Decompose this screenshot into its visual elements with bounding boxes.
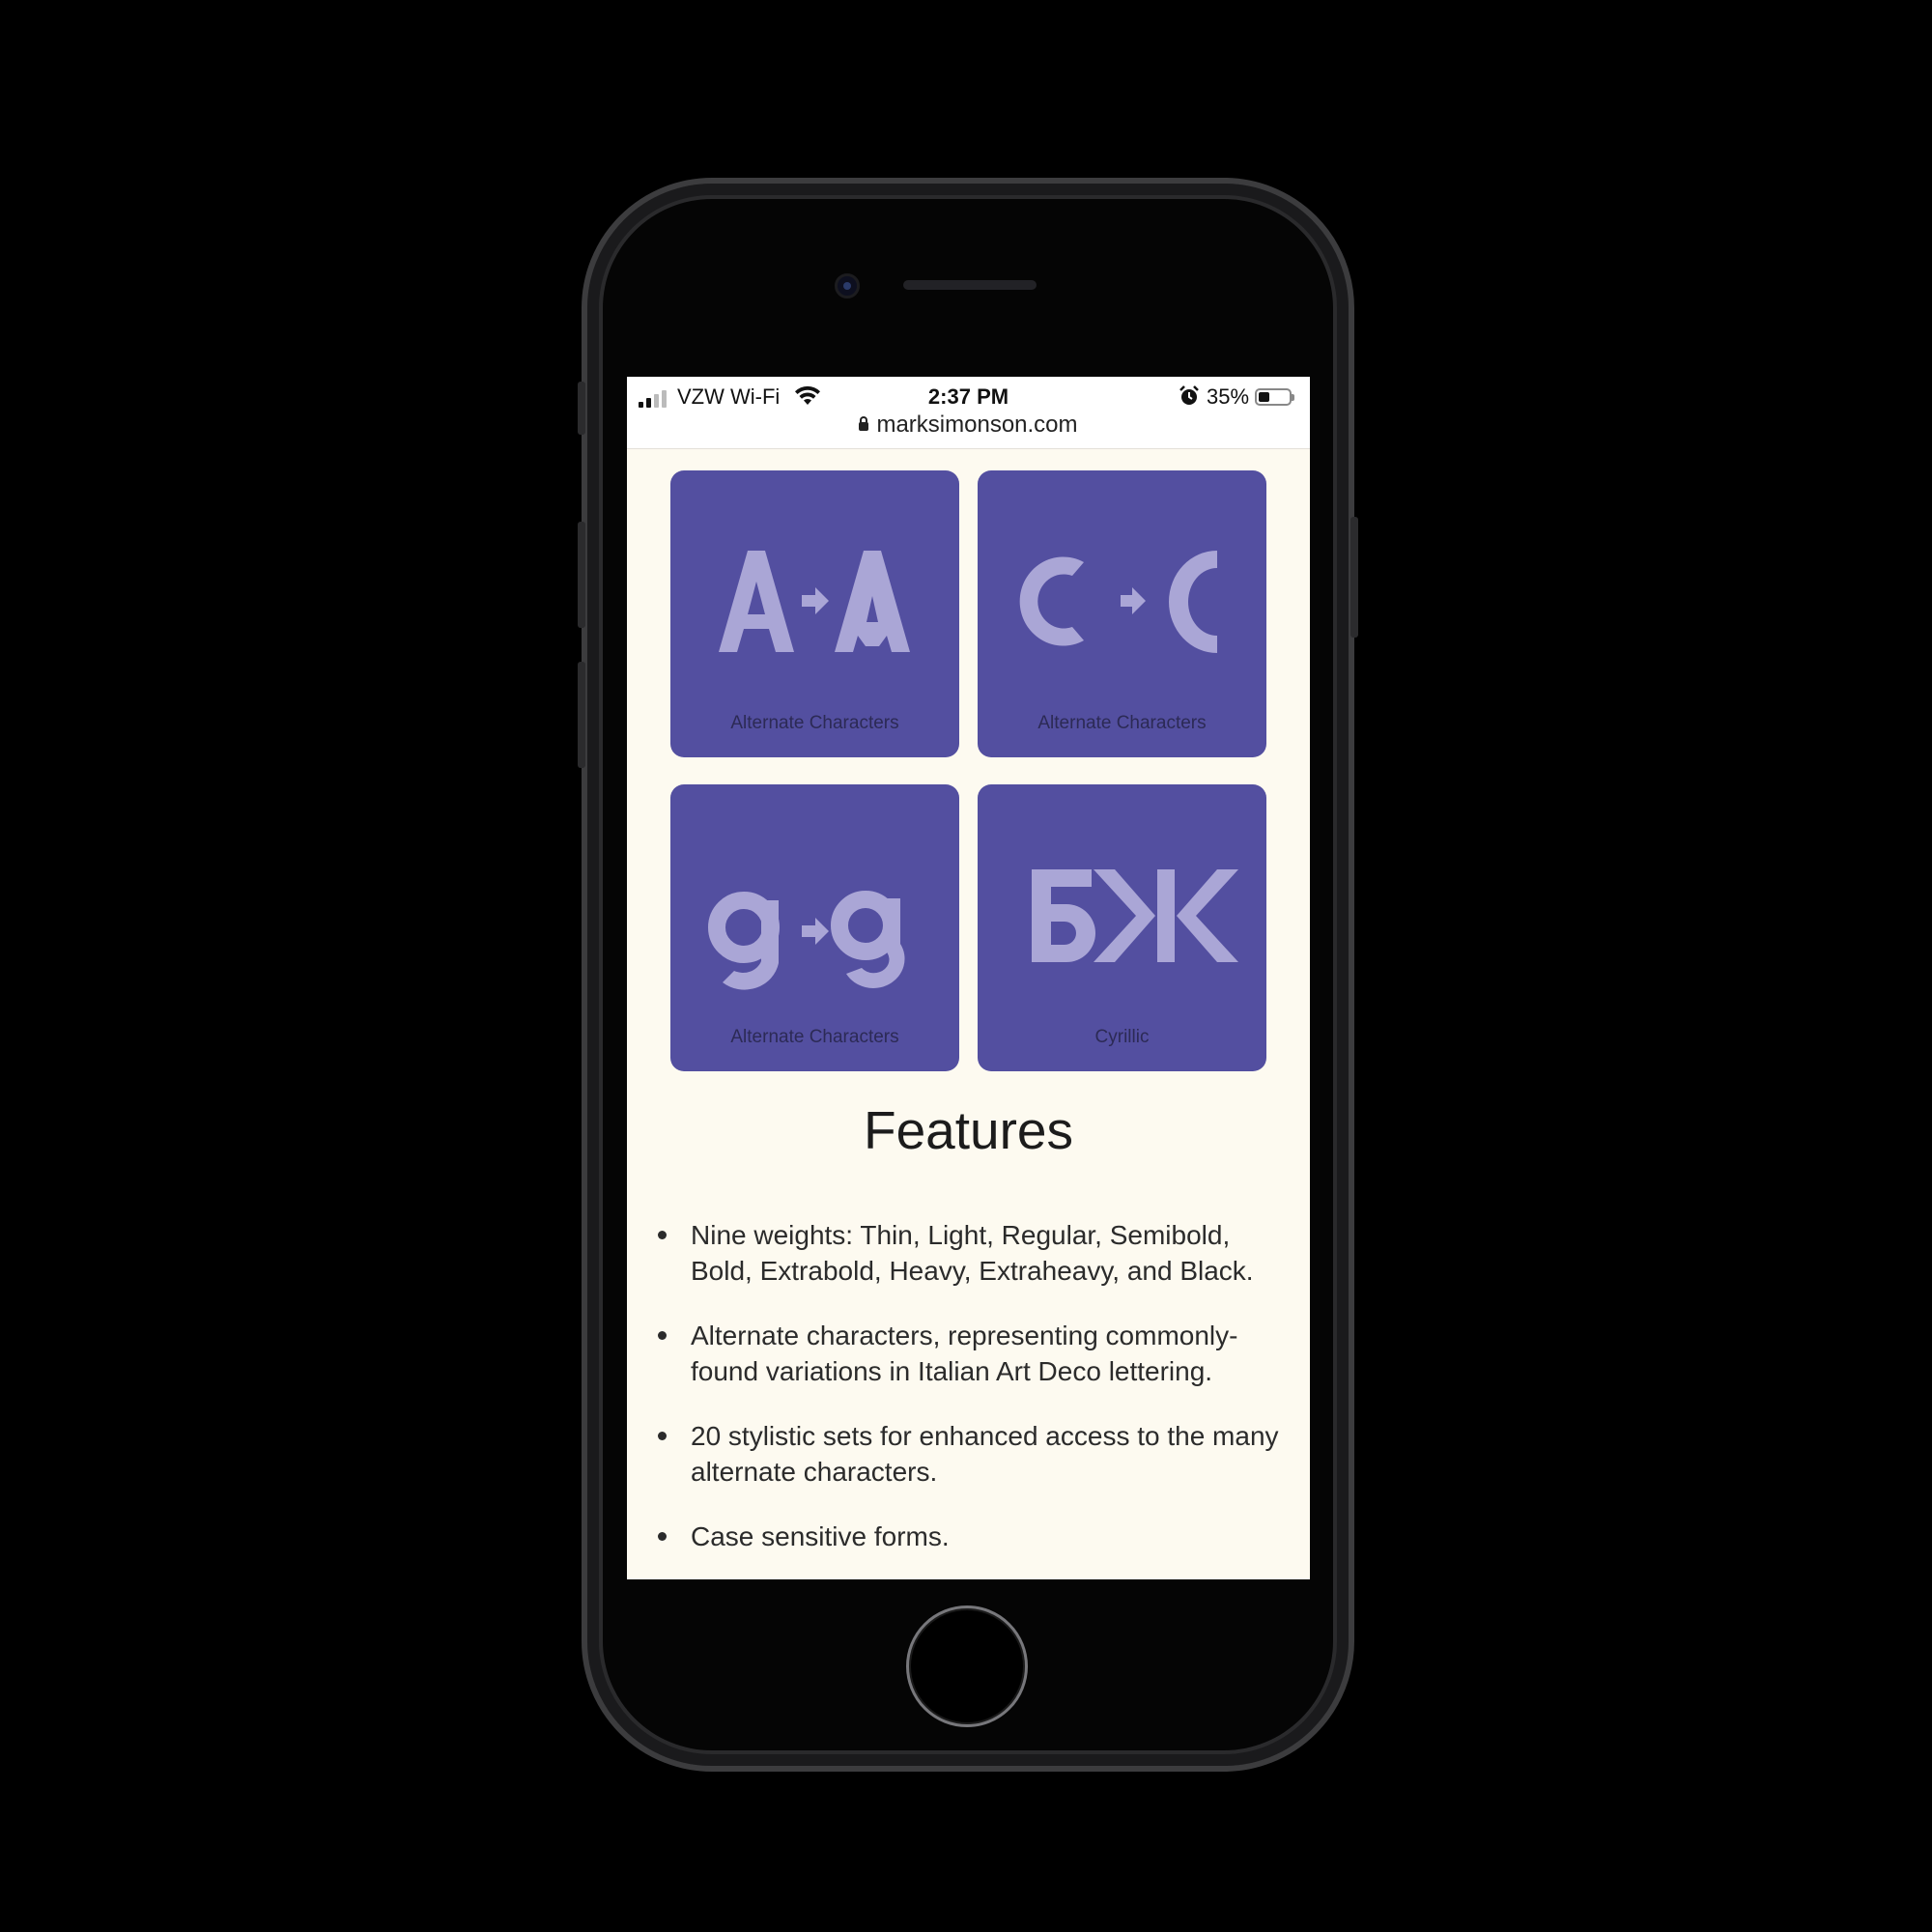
list-item: Alternate characters, representing commo… <box>656 1318 1284 1389</box>
tile-caption: Alternate Characters <box>730 1027 899 1047</box>
url-text: marksimonson.com <box>876 412 1078 438</box>
cyrillic-tile[interactable]: Cyrillic <box>978 784 1266 1071</box>
tile-caption: Cyrillic <box>1094 1027 1150 1047</box>
address-bar[interactable]: marksimonson.com <box>627 412 1310 439</box>
volume-up-button <box>578 522 585 628</box>
list-item: Case sensitive forms. <box>656 1519 1284 1554</box>
features-heading: Features <box>863 1100 1074 1160</box>
silent-switch <box>578 382 585 435</box>
alternate-a-tile[interactable]: Alternate Characters <box>670 470 959 757</box>
alternate-c-tile[interactable]: Alternate Characters <box>978 470 1266 757</box>
phone-screen: VZW Wi-Fi 2:37 PM 35% marksimonson.com A… <box>627 377 1310 1579</box>
home-button[interactable] <box>906 1605 1028 1727</box>
feature-list: Nine weights: Thin, Light, Regular, Semi… <box>656 1217 1284 1579</box>
tile-caption: Alternate Characters <box>1037 713 1207 733</box>
tile-caption: Alternate Characters <box>730 713 899 733</box>
list-item: 20 stylistic sets for enhanced access to… <box>656 1418 1284 1490</box>
power-button <box>1350 517 1358 638</box>
volume-down-button <box>578 662 585 768</box>
front-camera <box>835 273 860 298</box>
status-bar: VZW Wi-Fi 2:37 PM 35% marksimonson.com <box>627 377 1310 449</box>
alternate-g-tile[interactable]: Alternate Characters <box>670 784 959 1071</box>
lock-icon <box>859 416 869 431</box>
list-item: Nine weights: Thin, Light, Regular, Semi… <box>656 1217 1284 1289</box>
battery-icon <box>1255 388 1294 406</box>
earpiece-speaker <box>903 280 1037 290</box>
battery-percent: 35% <box>1207 384 1250 409</box>
alarm-icon <box>1179 385 1199 405</box>
